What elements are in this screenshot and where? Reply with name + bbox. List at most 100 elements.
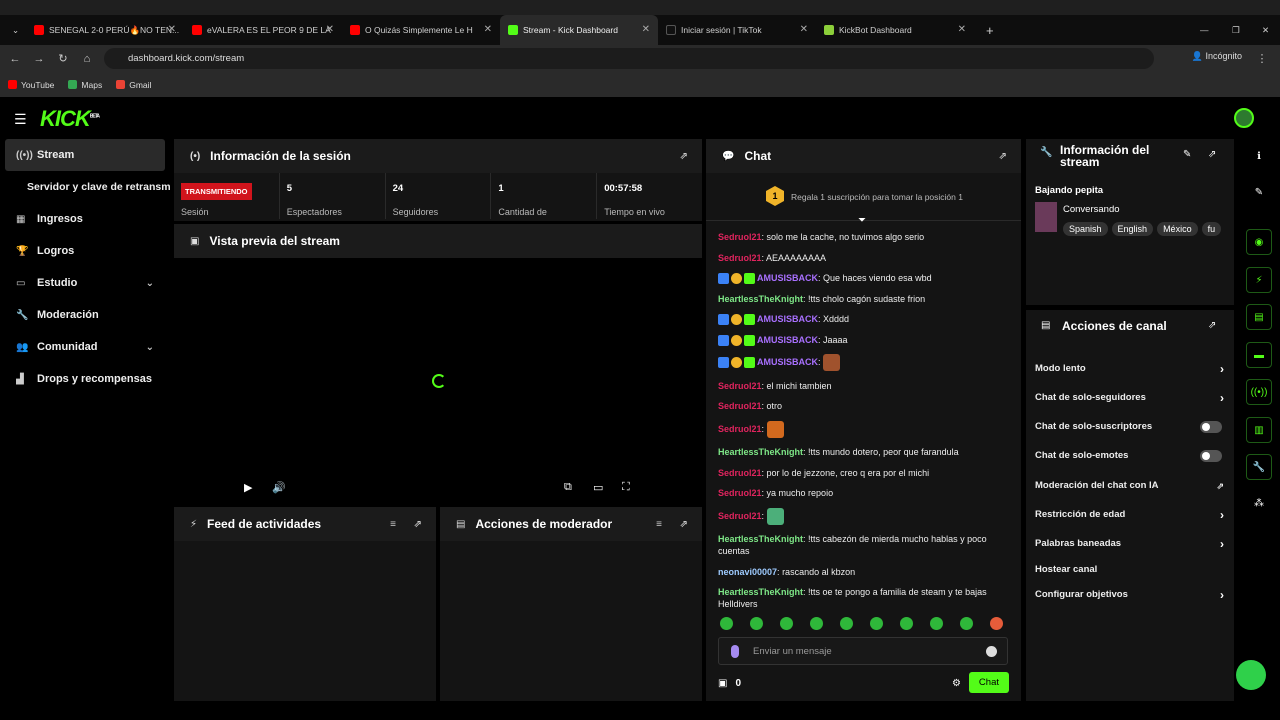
back-icon[interactable]: ← [3,53,27,65]
minimize-button[interactable]: — [1192,15,1212,45]
edit-icon[interactable]: ✎ [1246,180,1272,206]
menu-icon[interactable]: ⋮ [1250,52,1274,65]
moderator-badge-icon[interactable] [718,334,729,346]
mic-icon[interactable] [731,645,739,658]
sidebar-item-moderacion[interactable]: 🔧 Moderación [0,299,170,331]
action-slow-mode[interactable]: Modo lento › [1035,362,1224,376]
close-icon[interactable]: ✕ [958,24,966,35]
subscriber-badge-icon[interactable] [731,314,742,326]
chat-icon[interactable]: ▬ [1246,342,1272,368]
pinned-gift-banner[interactable]: 1 Regala 1 suscripción para tomar la posi… [706,173,1021,221]
emote-icon[interactable] [720,617,733,630]
chat-username[interactable]: Sedruol21 [718,232,762,242]
chat-username[interactable]: HeartlessTheKnight [718,447,803,457]
actions-icon[interactable]: ▥ [1246,417,1272,443]
reload-icon[interactable]: ↻ [51,52,75,65]
maximize-button[interactable]: ❐ [1224,15,1244,45]
moderator-badge-icon[interactable] [718,357,729,369]
tag[interactable]: México [1157,222,1198,236]
verified-badge-icon[interactable] [744,334,755,346]
collapse-icon[interactable]: ⏷ [858,215,866,226]
window-close-button[interactable]: ✕ [1254,15,1274,45]
action-followers-only[interactable]: Chat de solo-seguidores › [1035,391,1224,405]
chat-input[interactable]: Enviar un mensaje [718,637,1008,665]
action-host-channel[interactable]: Hostear canal [1035,564,1224,575]
action-goals[interactable]: Configurar objetivos › [1035,588,1224,602]
chat-username[interactable]: Sedruol21 [718,401,762,411]
emote-icon[interactable] [960,617,973,630]
fullscreen-icon[interactable]: ⛶ [622,481,630,494]
wrench-icon[interactable]: 🔧 [1246,454,1272,480]
emote-icon[interactable] [870,617,883,630]
verified-badge-icon[interactable] [744,273,755,285]
chat-username[interactable]: HeartlessTheKnight [718,534,803,544]
chat-username[interactable]: Sedruol21 [718,424,762,434]
popout-icon[interactable]: ⇗ [680,519,688,530]
close-icon[interactable]: ✕ [800,24,808,35]
popout-icon[interactable]: ⇗ [1208,149,1216,160]
close-icon[interactable]: ✕ [484,24,492,35]
close-icon[interactable]: ✕ [326,24,334,35]
volume-icon[interactable]: 🔊 [272,481,286,494]
popout-icon[interactable]: ⇗ [1208,320,1216,331]
tab-5[interactable]: Iniciar sesión | TikTok ✕ [658,15,816,45]
emote-icon[interactable] [930,617,943,630]
play-icon[interactable]: ▶ [244,481,252,494]
chat-username[interactable]: HeartlessTheKnight [718,587,803,597]
sidebar-item-comunidad[interactable]: 👥 Comunidad ⌄ [0,331,170,363]
gear-icon[interactable]: ⚙ [952,678,961,689]
close-icon[interactable]: ✕ [168,24,176,35]
camera-icon[interactable]: ◉ [1246,229,1272,255]
hamburger-menu-icon[interactable]: ☰ [14,111,27,128]
chat-username[interactable]: Sedruol21 [718,488,762,498]
pip-icon[interactable]: ⧉ [564,481,572,494]
chat-username[interactable]: AMUSISBACK [757,357,818,367]
moderator-badge-icon[interactable] [718,273,729,285]
subscriber-badge-icon[interactable] [731,334,742,346]
tab-6[interactable]: KickBot Dashboard ✕ [816,15,974,45]
chat-username[interactable]: Sedruol21 [718,511,762,521]
chat-username[interactable]: AMUSISBACK [757,273,818,283]
chat-username[interactable]: Sedruol21 [718,253,762,263]
new-tab-button[interactable]: + [978,15,998,45]
tag[interactable]: fu [1201,222,1222,236]
popout-icon[interactable]: ⇗ [680,151,688,162]
subscriber-badge-icon[interactable] [731,273,742,285]
emote-icon[interactable] [840,617,853,630]
tag[interactable]: English [1111,222,1154,236]
sidebar-item-stream[interactable]: ((•)) Stream [5,139,165,171]
action-banned-words[interactable]: Palabras baneadas › [1035,537,1224,551]
close-icon[interactable]: ✕ [642,24,650,35]
emotes-only-toggle[interactable] [1200,450,1222,462]
video-player[interactable]: ▶ 🔊 ⧉ ▭ ⛶ [174,258,702,504]
sidebar-item-drops[interactable]: ▟ Drops y recompensas [0,363,170,395]
filter-icon[interactable]: ≡ [656,519,662,530]
chat-username[interactable]: Sedruol21 [718,468,762,478]
kick-logo[interactable]: KICKBETA [40,106,100,132]
subscribers-only-toggle[interactable] [1200,421,1222,433]
bookmark-maps[interactable]: Maps [68,80,102,90]
action-age-restriction[interactable]: Restricción de edad › [1035,508,1224,522]
emoji-icon[interactable] [986,646,997,657]
popout-icon[interactable]: ⇗ [999,151,1007,162]
incognito-indicator[interactable]: 👤 Incógnito [1192,51,1242,62]
emote-icon[interactable] [823,354,841,372]
help-chat-button[interactable] [1236,660,1266,690]
popout-icon[interactable]: ⇗ [414,519,422,530]
broadcast-icon[interactable]: ((•)) [1246,379,1272,405]
url-input[interactable]: dashboard.kick.com/stream [104,48,1154,69]
document-icon[interactable]: ▤ [1246,304,1272,330]
verified-badge-icon[interactable] [744,357,755,369]
bolt-icon[interactable]: ⚡ [1246,267,1272,293]
subscriber-badge-icon[interactable] [731,357,742,369]
bookmark-gmail[interactable]: Gmail [116,80,151,90]
sidebar-item-estudio[interactable]: ▭ Estudio ⌄ [0,267,170,299]
sidebar-item-logros[interactable]: 🏆 Logros [0,235,170,267]
emote-icon[interactable] [900,617,913,630]
tab-2[interactable]: eVALERA ES EL PEOR 9 DE LA ✕ [184,15,342,45]
action-ai-moderation[interactable]: Moderación del chat con IA ⇗ [1035,480,1224,491]
emote-icon[interactable] [810,617,823,630]
avatar[interactable] [1234,108,1254,128]
tab-3[interactable]: O Quizás Simplemente Le H ✕ [342,15,500,45]
emote-icon[interactable] [990,617,1003,630]
